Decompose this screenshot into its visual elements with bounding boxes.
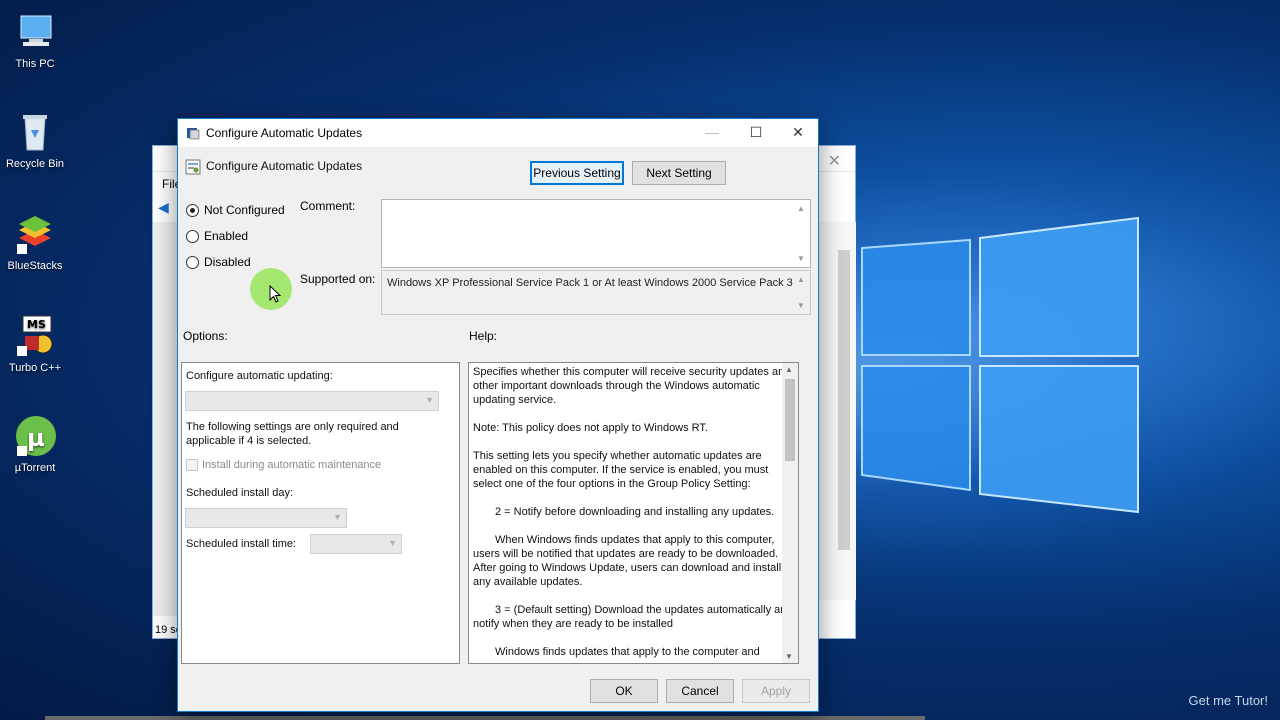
checkbox-label: Install during automatic maintenance bbox=[202, 459, 382, 471]
next-setting-button[interactable]: Next Setting bbox=[632, 161, 726, 185]
utorrent-icon: µ bbox=[13, 414, 57, 458]
bluestacks-icon bbox=[13, 212, 57, 256]
horizontal-scrollbar[interactable] bbox=[153, 600, 179, 616]
desktop-icon-recycle-bin[interactable]: Recycle Bin bbox=[4, 110, 66, 170]
comment-label: Comment: bbox=[300, 199, 356, 213]
help-paragraph: When Windows finds updates that apply to… bbox=[473, 534, 782, 588]
checkbox-indicator bbox=[186, 459, 198, 471]
svg-text:µ: µ bbox=[27, 424, 45, 452]
scroll-up-icon[interactable]: ▲ bbox=[785, 365, 793, 374]
scroll-down-icon[interactable]: ▼ bbox=[797, 254, 805, 263]
desktop-icon-utorrent[interactable]: µ µTorrent bbox=[4, 414, 66, 474]
desktop-icon-label: Turbo C++ bbox=[8, 362, 62, 374]
dialog-titlebar[interactable]: Configure Automatic Updates — ☐ ✕ bbox=[178, 119, 818, 147]
options-label: Options: bbox=[183, 329, 228, 343]
options-panel: Configure automatic updating: ▼ The foll… bbox=[181, 362, 460, 664]
close-icon[interactable]: ✕ bbox=[828, 151, 841, 171]
previous-setting-button[interactable]: Previous Setting bbox=[530, 161, 624, 185]
setting-header-title: Configure Automatic Updates bbox=[206, 159, 363, 173]
scrollbar[interactable] bbox=[838, 250, 850, 550]
help-paragraph: 3 = (Default setting) Download the updat… bbox=[473, 604, 793, 630]
radio-label: Enabled bbox=[204, 229, 249, 243]
chevron-down-icon: ▼ bbox=[425, 395, 434, 405]
settings-note: The following settings are only required… bbox=[186, 421, 399, 447]
configure-automatic-updates-dialog: Configure Automatic Updates — ☐ ✕ Config… bbox=[177, 118, 819, 712]
maximize-button[interactable]: ☐ bbox=[734, 119, 778, 147]
scrollbar-thumb[interactable] bbox=[785, 379, 795, 461]
help-panel: Specifies whether this computer will rec… bbox=[468, 362, 799, 664]
desktop-icon-bluestacks[interactable]: BlueStacks bbox=[4, 212, 66, 272]
back-arrow-icon[interactable]: ◀ bbox=[158, 199, 172, 215]
desktop-icon-this-pc[interactable]: This PC bbox=[4, 10, 66, 70]
recycle-bin-icon bbox=[13, 110, 57, 154]
radio-indicator bbox=[186, 203, 199, 217]
configure-updating-label: Configure automatic updating: bbox=[186, 370, 333, 382]
radio-disabled[interactable]: Disabled bbox=[186, 255, 251, 269]
mouse-pointer-icon bbox=[269, 285, 281, 303]
dialog-title: Configure Automatic Updates bbox=[206, 126, 363, 140]
chevron-down-icon: ▼ bbox=[388, 538, 397, 548]
minimize-button[interactable]: — bbox=[690, 119, 734, 147]
maintenance-checkbox[interactable]: Install during automatic maintenance bbox=[186, 459, 381, 471]
apply-button[interactable]: Apply bbox=[742, 679, 810, 703]
cancel-button[interactable]: Cancel bbox=[666, 679, 734, 703]
policy-icon bbox=[187, 128, 200, 140]
help-paragraph: This setting lets you specify whether au… bbox=[473, 450, 769, 490]
configure-updating-dropdown[interactable]: ▼ bbox=[185, 391, 439, 411]
help-paragraph: Specifies whether this computer will rec… bbox=[473, 366, 791, 406]
install-day-label: Scheduled install day: bbox=[186, 487, 294, 499]
settings-pane-edge bbox=[818, 222, 856, 600]
radio-label: Not Configured bbox=[204, 203, 285, 217]
ok-button[interactable]: OK bbox=[590, 679, 658, 703]
scroll-up-icon[interactable]: ▲ bbox=[797, 275, 805, 284]
supported-on-textbox: Windows XP Professional Service Pack 1 o… bbox=[381, 270, 811, 315]
install-time-dropdown[interactable]: ▼ bbox=[310, 534, 402, 554]
supported-on-label: Supported on: bbox=[300, 272, 376, 286]
comment-scrollbar[interactable]: ▲ ▼ bbox=[794, 200, 810, 267]
scroll-down-icon[interactable]: ▼ bbox=[785, 652, 793, 661]
taskbar-edge bbox=[45, 716, 925, 720]
help-paragraph: 2 = Notify before downloading and instal… bbox=[495, 506, 775, 518]
scroll-up-icon[interactable]: ▲ bbox=[797, 204, 805, 213]
help-paragraph: Windows finds updates that apply to the … bbox=[495, 646, 760, 658]
watermark: Get me Tutor! bbox=[1188, 693, 1268, 708]
setting-icon bbox=[185, 159, 201, 175]
turbo-cpp-icon: MS bbox=[13, 314, 57, 358]
radio-enabled[interactable]: Enabled bbox=[186, 229, 248, 243]
supported-on-value: Windows XP Professional Service Pack 1 o… bbox=[387, 277, 793, 289]
help-label: Help: bbox=[469, 329, 498, 343]
svg-text:MS: MS bbox=[27, 318, 46, 331]
supported-scrollbar[interactable]: ▲ ▼ bbox=[794, 271, 810, 314]
tree-pane bbox=[153, 222, 179, 600]
install-time-label: Scheduled install time: bbox=[186, 538, 297, 550]
radio-indicator bbox=[186, 255, 199, 269]
radio-not-configured[interactable]: Not Configured bbox=[186, 203, 285, 217]
desktop-icon-label: This PC bbox=[15, 58, 55, 70]
desktop-icon-turbo-cpp[interactable]: MS Turbo C++ bbox=[4, 314, 66, 374]
scroll-down-icon[interactable]: ▼ bbox=[797, 301, 805, 310]
comment-textbox[interactable]: ▲ ▼ bbox=[381, 199, 811, 268]
help-scrollbar[interactable]: ▲ ▼ bbox=[782, 363, 798, 663]
radio-indicator bbox=[186, 229, 199, 243]
close-button[interactable]: ✕ bbox=[776, 119, 820, 147]
computer-icon bbox=[13, 10, 57, 54]
chevron-down-icon: ▼ bbox=[333, 512, 342, 522]
radio-label: Disabled bbox=[204, 255, 251, 269]
help-text: Specifies whether this computer will rec… bbox=[473, 365, 795, 663]
help-paragraph: Note: This policy does not apply to Wind… bbox=[473, 422, 708, 434]
desktop-icon-label: Recycle Bin bbox=[5, 158, 65, 170]
desktop-icon-label: µTorrent bbox=[14, 462, 56, 474]
desktop-icon-label: BlueStacks bbox=[7, 260, 63, 272]
install-day-dropdown[interactable]: ▼ bbox=[185, 508, 347, 528]
